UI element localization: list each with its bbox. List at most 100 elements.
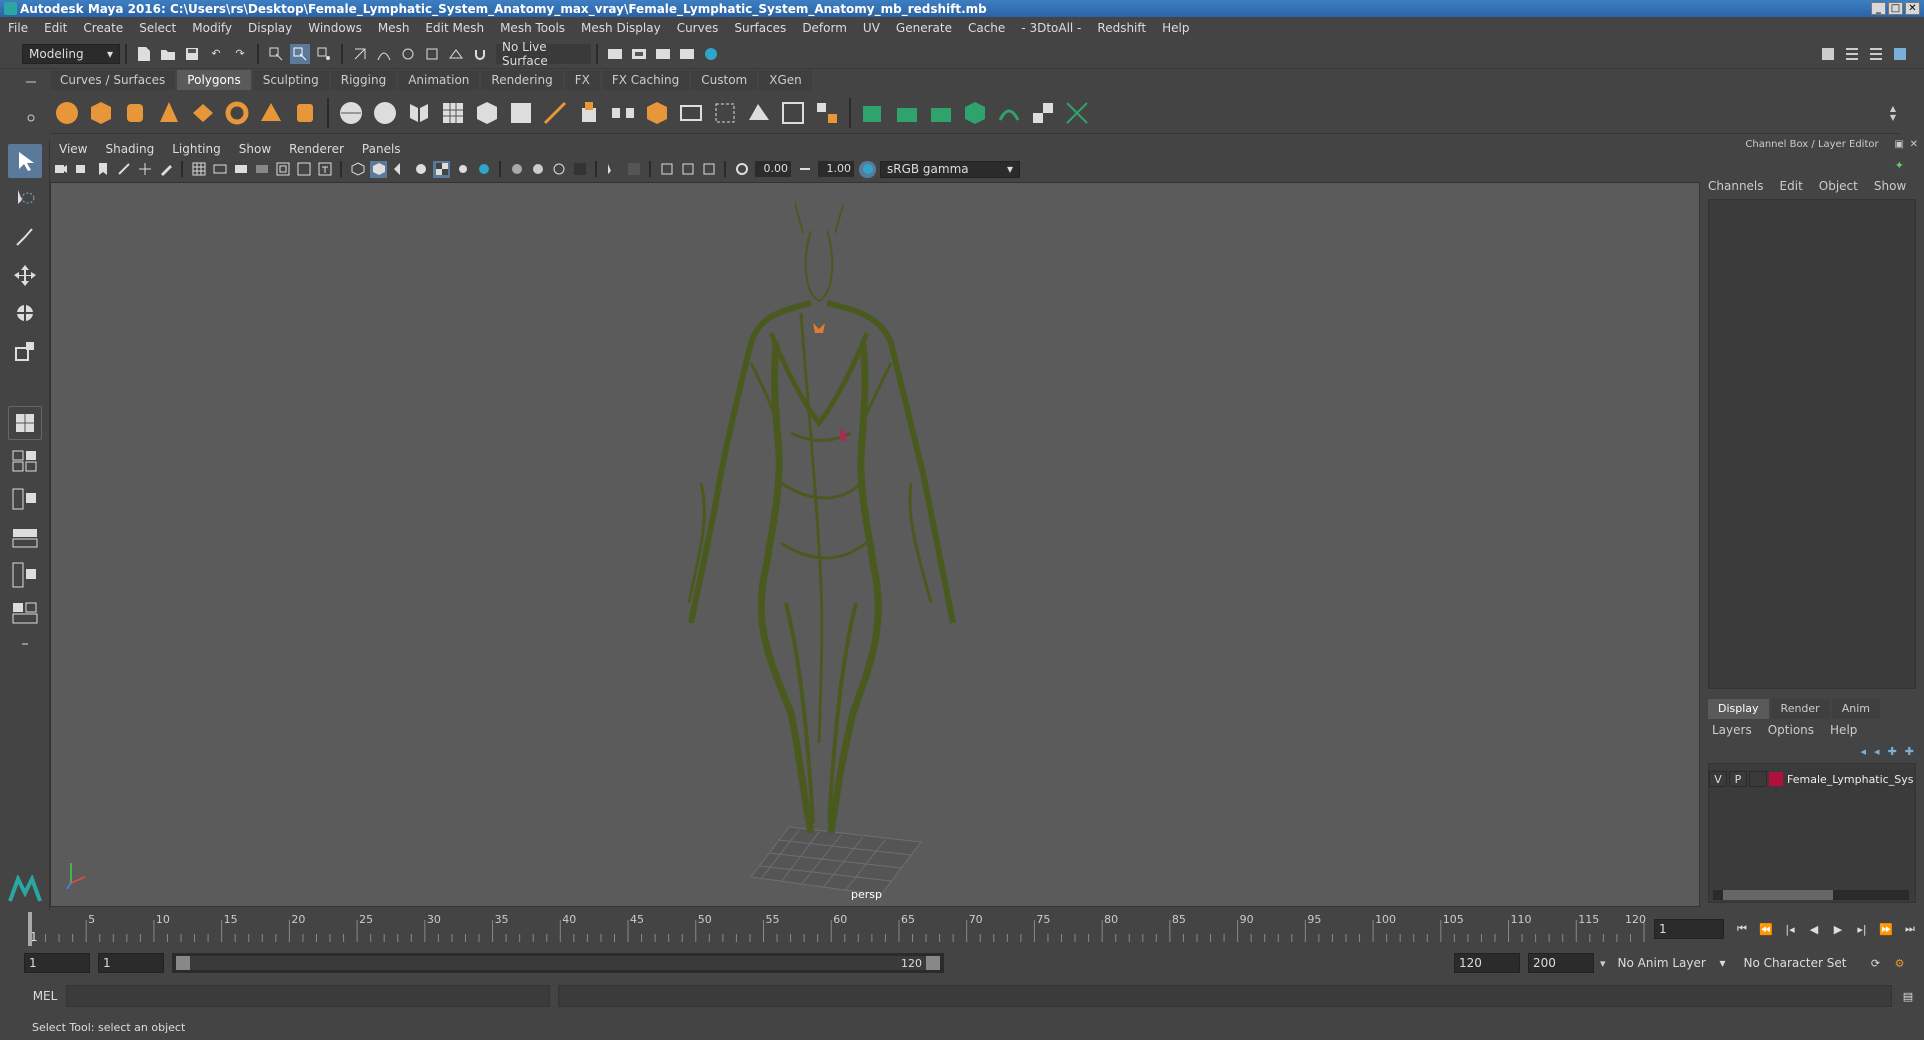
offset-edge-loop-icon[interactable] bbox=[710, 98, 740, 128]
manipulator-icon[interactable]: ✦ bbox=[1895, 159, 1904, 172]
poly-cone-icon[interactable] bbox=[154, 98, 184, 128]
layer-display-type[interactable] bbox=[1749, 771, 1767, 787]
open-scene-icon[interactable] bbox=[158, 44, 178, 64]
step-back-frame-icon[interactable]: |◂ bbox=[1780, 919, 1800, 939]
default-material-icon[interactable] bbox=[391, 161, 408, 178]
minimize-button[interactable]: _ bbox=[1871, 2, 1886, 15]
panel-menu-lighting[interactable]: Lighting bbox=[163, 142, 230, 156]
uv-unfold-icon[interactable] bbox=[994, 98, 1024, 128]
command-language-label[interactable]: MEL bbox=[24, 989, 66, 1003]
camera-select-icon[interactable] bbox=[52, 161, 69, 178]
playback-start-field[interactable]: 1 bbox=[98, 953, 164, 973]
magnet-icon[interactable] bbox=[470, 44, 490, 64]
extrude-icon[interactable] bbox=[574, 98, 604, 128]
render-view-icon[interactable] bbox=[605, 44, 625, 64]
panel-menu-view[interactable]: View bbox=[50, 142, 96, 156]
paint-select-tool-icon[interactable] bbox=[8, 220, 42, 254]
rotate-tool-icon[interactable] bbox=[8, 296, 42, 330]
command-input[interactable] bbox=[66, 985, 550, 1007]
checker-icon[interactable] bbox=[1028, 98, 1058, 128]
smooth-shade-icon[interactable] bbox=[370, 160, 387, 178]
layer-scrollbar[interactable] bbox=[1713, 890, 1909, 900]
step-back-key-icon[interactable]: ⏪ bbox=[1756, 919, 1776, 939]
menu-curves[interactable]: Curves bbox=[669, 21, 727, 35]
multisample-aa-icon[interactable] bbox=[550, 161, 567, 178]
menu-help[interactable]: Help bbox=[1154, 21, 1197, 35]
merge-icon[interactable] bbox=[812, 98, 842, 128]
animation-prefs-icon[interactable]: ⚙ bbox=[1890, 953, 1910, 973]
go-to-start-icon[interactable]: ⏮ bbox=[1732, 919, 1752, 939]
uv-cylindrical-icon[interactable] bbox=[892, 98, 922, 128]
panel-menu-panels[interactable]: Panels bbox=[353, 142, 410, 156]
gamma-icon[interactable] bbox=[796, 161, 813, 178]
wireframe-on-shaded-icon[interactable] bbox=[412, 161, 429, 178]
quick-layout-single-icon[interactable] bbox=[8, 406, 42, 440]
poly-torus-icon[interactable] bbox=[222, 98, 252, 128]
menu-modify[interactable]: Modify bbox=[184, 21, 240, 35]
layer-visibility-toggle[interactable]: V bbox=[1709, 771, 1727, 787]
lasso-tool-icon[interactable] bbox=[8, 182, 42, 216]
shelf-tab-polygons[interactable]: Polygons bbox=[177, 70, 251, 90]
screen-space-ao-icon[interactable] bbox=[508, 161, 525, 178]
separate-icon[interactable] bbox=[370, 98, 400, 128]
snap-grid-icon[interactable] bbox=[350, 44, 370, 64]
poly-pipe-icon[interactable] bbox=[290, 98, 320, 128]
layer-scrollbar-thumb[interactable] bbox=[1723, 890, 1833, 900]
uv-planar-icon[interactable] bbox=[858, 98, 888, 128]
motion-blur-icon[interactable] bbox=[529, 161, 546, 178]
panel-menu-show[interactable]: Show bbox=[230, 142, 280, 156]
multi-cut-icon[interactable] bbox=[540, 98, 570, 128]
snap-curve-icon[interactable] bbox=[374, 44, 394, 64]
close-panel-icon[interactable]: ✕ bbox=[1910, 139, 1918, 150]
hypershade-icon[interactable] bbox=[701, 44, 721, 64]
quick-layout-graph-icon[interactable] bbox=[8, 558, 42, 592]
layer-menu-help[interactable]: Help bbox=[1822, 723, 1865, 737]
shelf-tab-fx-caching[interactable]: FX Caching bbox=[601, 70, 690, 90]
shelf-scroll-down-icon[interactable]: ▼ bbox=[1890, 113, 1896, 122]
snap-view-icon[interactable] bbox=[422, 44, 442, 64]
menu-redshift[interactable]: Redshift bbox=[1089, 21, 1154, 35]
bookmark-icon[interactable] bbox=[94, 161, 111, 178]
image-plane-icon[interactable] bbox=[115, 161, 132, 178]
step-forward-key-icon[interactable]: ⏩ bbox=[1876, 919, 1896, 939]
camera-attributes-icon[interactable] bbox=[73, 161, 90, 178]
shelf-tab-sculpting[interactable]: Sculpting bbox=[252, 70, 329, 90]
shelf-tab-rendering[interactable]: Rendering bbox=[481, 70, 563, 90]
shelf-tab-fx[interactable]: FX bbox=[564, 70, 600, 90]
shelf-tab-curves-surfaces[interactable]: Curves / Surfaces bbox=[50, 70, 176, 90]
snap-surface-icon[interactable] bbox=[446, 44, 466, 64]
view-transform-dropdown[interactable]: sRGB gamma ▾ bbox=[880, 160, 1020, 178]
gamma-field[interactable]: 1.00 bbox=[818, 161, 854, 177]
tool-settings-icon[interactable] bbox=[1866, 44, 1886, 64]
move-tool-icon[interactable] bbox=[8, 258, 42, 292]
character-set-dropdown[interactable]: No Character Set bbox=[1737, 953, 1858, 973]
menu-display[interactable]: Display bbox=[240, 21, 300, 35]
menu-mesh-display[interactable]: Mesh Display bbox=[573, 21, 669, 35]
shelf-tab-rigging[interactable]: Rigging bbox=[330, 70, 397, 90]
uv-automatic-icon[interactable] bbox=[960, 98, 990, 128]
shelf-scroll-up-icon[interactable]: ▲ bbox=[1890, 104, 1896, 113]
gate-mask-icon[interactable] bbox=[253, 161, 270, 178]
range-start-handle[interactable] bbox=[176, 956, 190, 970]
ipr-render-icon[interactable] bbox=[653, 44, 673, 64]
maximize-button[interactable]: □ bbox=[1888, 2, 1903, 15]
grid-toggle-icon[interactable] bbox=[190, 161, 207, 178]
step-forward-frame-icon[interactable]: ▸| bbox=[1852, 919, 1872, 939]
menu-windows[interactable]: Windows bbox=[300, 21, 370, 35]
quick-layout-four-icon[interactable] bbox=[8, 444, 42, 478]
cb-menu-channels[interactable]: Channels bbox=[1700, 179, 1772, 193]
fill-hole-icon[interactable] bbox=[778, 98, 808, 128]
reduce-icon[interactable] bbox=[472, 98, 502, 128]
close-button[interactable]: ✕ bbox=[1905, 2, 1920, 15]
poly-pyramid-icon[interactable] bbox=[256, 98, 286, 128]
display-layer-row[interactable]: V P Female_Lymphatic_Sys bbox=[1709, 770, 1915, 788]
cb-menu-object[interactable]: Object bbox=[1811, 179, 1866, 193]
poly-plane-icon[interactable] bbox=[188, 98, 218, 128]
quick-layout-side-icon[interactable] bbox=[8, 482, 42, 516]
poly-cube-icon[interactable] bbox=[86, 98, 116, 128]
menu-edit-mesh[interactable]: Edit Mesh bbox=[417, 21, 492, 35]
channel-list[interactable] bbox=[1708, 199, 1916, 689]
quick-layout-outliner-icon[interactable] bbox=[8, 520, 42, 554]
channel-box-icon[interactable] bbox=[1890, 44, 1910, 64]
menu-mesh-tools[interactable]: Mesh Tools bbox=[492, 21, 573, 35]
